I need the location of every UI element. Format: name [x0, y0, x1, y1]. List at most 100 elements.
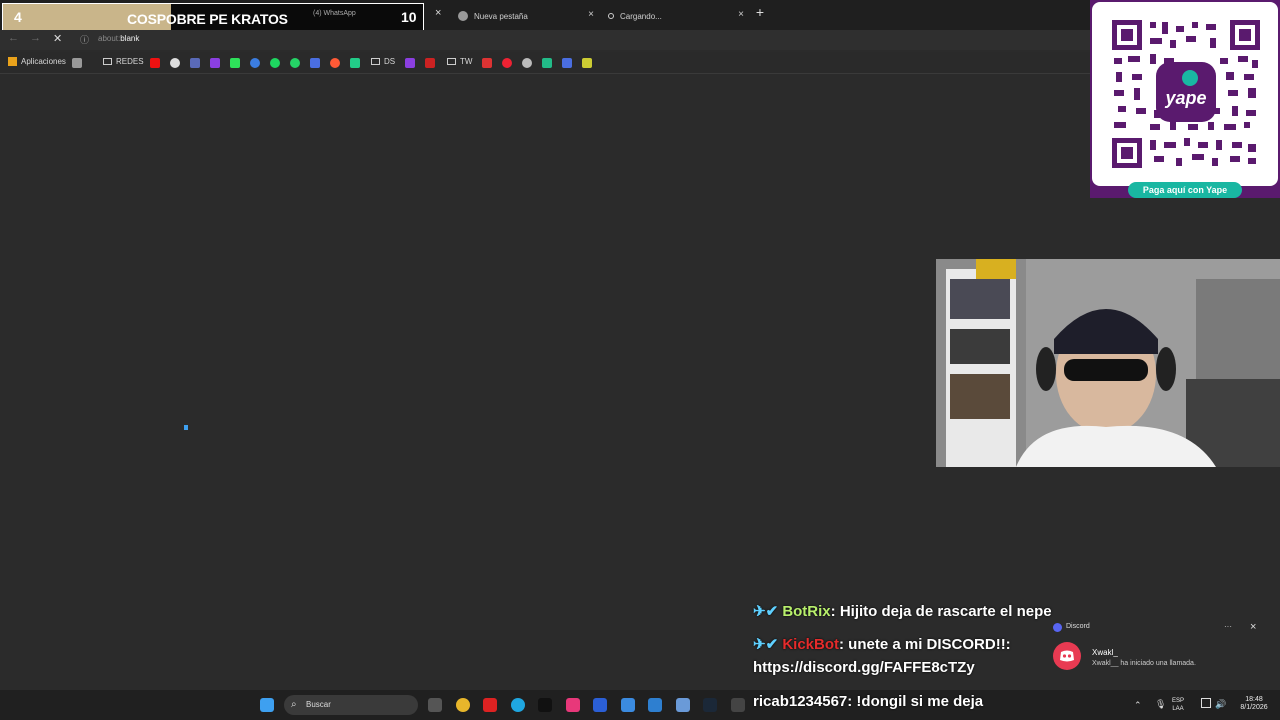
- bookmark-icon[interactable]: [310, 58, 320, 68]
- bookmark-icon[interactable]: [502, 58, 512, 68]
- svg-text:yape: yape: [1164, 88, 1206, 108]
- chat-text: Hijito deja de rascarte el nepe: [839, 603, 1052, 620]
- badge-icon: ✈✔: [753, 636, 779, 653]
- toast-close-button[interactable]: ×: [1250, 621, 1256, 633]
- chrome-taskbar-icon[interactable]: [456, 698, 470, 712]
- bookmark-icon[interactable]: [482, 58, 492, 68]
- task-view-icon[interactable]: [428, 698, 442, 712]
- chat-colon: :: [847, 693, 853, 710]
- kick-icon[interactable]: [230, 58, 240, 68]
- chat-username: KickBot: [782, 636, 839, 653]
- chat-colon: :: [830, 603, 836, 620]
- notepad-icon[interactable]: [621, 698, 635, 712]
- network-icon[interactable]: [1201, 698, 1211, 708]
- lang-top: ESP: [1172, 698, 1185, 704]
- chat-link[interactable]: https://discord.gg/FAFFE8cTZy: [753, 659, 975, 676]
- app-taskbar-icon[interactable]: [593, 698, 607, 712]
- bookmark-label: TW: [460, 57, 473, 66]
- bookmark-icon[interactable]: [542, 58, 552, 68]
- app-taskbar-icon[interactable]: [731, 698, 745, 712]
- app-taskbar-icon[interactable]: [483, 698, 497, 712]
- spotify-icon[interactable]: [270, 58, 280, 68]
- app-taskbar-icon[interactable]: [648, 698, 662, 712]
- discord-notification[interactable]: Discord ··· × Xwakl_ Xwakl__ ha iniciado…: [1040, 618, 1270, 680]
- tab-nueva-pestana[interactable]: Nueva pestaña ×: [450, 3, 600, 29]
- active-tab-close-button[interactable]: ×: [435, 7, 441, 19]
- chevron-up-icon[interactable]: ⌃: [1134, 700, 1142, 711]
- info-icon[interactable]: ⓘ: [80, 33, 89, 46]
- mic-icon[interactable]: 🎙: [1155, 699, 1166, 710]
- toast-message: Xwakl__ ha iniciado una llamada.: [1092, 660, 1196, 667]
- bookmark-folder-redes[interactable]: REDES: [103, 57, 144, 66]
- bookmark-folder-ds[interactable]: DS: [371, 57, 395, 66]
- bookmark-label: DS: [384, 57, 396, 66]
- chrome-icon: [458, 11, 468, 21]
- bookmark-label: Aplicaciones: [21, 57, 66, 66]
- bookmark-apps[interactable]: Aplicaciones: [8, 57, 66, 66]
- chat-text: !dongil si me deja: [856, 693, 984, 710]
- kill-counter-overlay: 4 COSPOBRE PE KRATOS (4) WhatsApp 10: [2, 3, 424, 31]
- tab-label: Cargando...: [620, 11, 662, 21]
- folder-icon: [447, 58, 456, 65]
- tab-close-button[interactable]: ×: [738, 9, 744, 20]
- tiktok-icon[interactable]: [566, 698, 580, 712]
- search-icon: ⌕: [291, 699, 297, 710]
- grid-icon[interactable]: [72, 58, 82, 68]
- yape-qr-panel: yape Paga aquí con Yape: [1090, 0, 1280, 198]
- twitch-icon[interactable]: [210, 58, 220, 68]
- language-indicator[interactable]: ESP LAA: [1172, 697, 1184, 713]
- reddit-icon[interactable]: [330, 58, 340, 68]
- webcam-feed: [936, 259, 1280, 467]
- bookmark-icon[interactable]: [405, 58, 415, 68]
- chat-message: ✈✔ BotRix: Hijito deja de rascarte el ne…: [753, 602, 1052, 620]
- badge-icon: ✈✔: [753, 603, 779, 620]
- kick-taskbar-icon[interactable]: [538, 698, 552, 712]
- tab-cargando[interactable]: Cargando... ×: [600, 3, 750, 29]
- back-icon[interactable]: ←: [8, 32, 19, 44]
- url-field[interactable]: about:blank: [98, 34, 139, 43]
- overlay-title: COSPOBRE PE KRATOS: [127, 11, 288, 27]
- yape-pay-button[interactable]: Paga aquí con Yape: [1128, 182, 1242, 198]
- speaker-icon[interactable]: 🔊: [1215, 699, 1226, 710]
- bookmark-icon[interactable]: [562, 58, 572, 68]
- discord-logo-icon: [1060, 650, 1074, 662]
- toast-title: Xwakl_: [1092, 648, 1118, 657]
- qr-code: yape: [1092, 2, 1278, 186]
- steam-icon[interactable]: [703, 698, 717, 712]
- whatsapp-icon[interactable]: [290, 58, 300, 68]
- bookmark-folder-tw[interactable]: TW: [447, 57, 472, 66]
- bookmark-icon[interactable]: [582, 58, 592, 68]
- clock[interactable]: 18:48 8/1/2026: [1234, 696, 1274, 712]
- google-icon[interactable]: [170, 58, 180, 68]
- toast-app-name: Discord: [1066, 623, 1090, 630]
- forward-icon[interactable]: →: [30, 32, 41, 44]
- caller-avatar: [1053, 642, 1081, 670]
- chat-message: ✈✔ KickBot: unete a mi DISCORD!!:: [753, 635, 1011, 653]
- address-bar: ← → ✕ ⓘ about:blank: [0, 30, 1090, 50]
- new-tab-button[interactable]: +: [752, 5, 768, 21]
- taskbar-search[interactable]: ⌕ Buscar: [284, 695, 418, 715]
- folder-icon: [103, 58, 112, 65]
- youtube-icon[interactable]: [150, 58, 160, 68]
- date: 8/1/2026: [1240, 704, 1268, 711]
- left-count: 4: [14, 9, 22, 25]
- chat-username: BotRix: [782, 603, 831, 620]
- right-count: 10: [401, 9, 417, 25]
- bookmark-icon[interactable]: [522, 58, 532, 68]
- search-placeholder: Buscar: [306, 700, 331, 709]
- toast-menu-button[interactable]: ···: [1224, 622, 1232, 631]
- bookmark-icon[interactable]: [350, 58, 360, 68]
- loading-icon: [608, 13, 614, 19]
- windows-start-icon[interactable]: [260, 698, 274, 712]
- stop-icon[interactable]: ✕: [53, 32, 62, 45]
- apps-grid-icon: [8, 57, 17, 66]
- bookmark-icon[interactable]: [250, 58, 260, 68]
- edge-icon[interactable]: [511, 698, 525, 712]
- webcam-image: [936, 259, 1280, 467]
- bookmark-icon[interactable]: [425, 58, 435, 68]
- taskbar: ⌕ Buscar ⌃ 🎙 ESP LAA 🔊 18:48 8/1/2026: [0, 690, 1280, 720]
- app-taskbar-icon[interactable]: [676, 698, 690, 712]
- tab-close-button[interactable]: ×: [588, 9, 594, 20]
- mouse-cursor-icon: [184, 425, 188, 430]
- bookmark-icon[interactable]: [190, 58, 200, 68]
